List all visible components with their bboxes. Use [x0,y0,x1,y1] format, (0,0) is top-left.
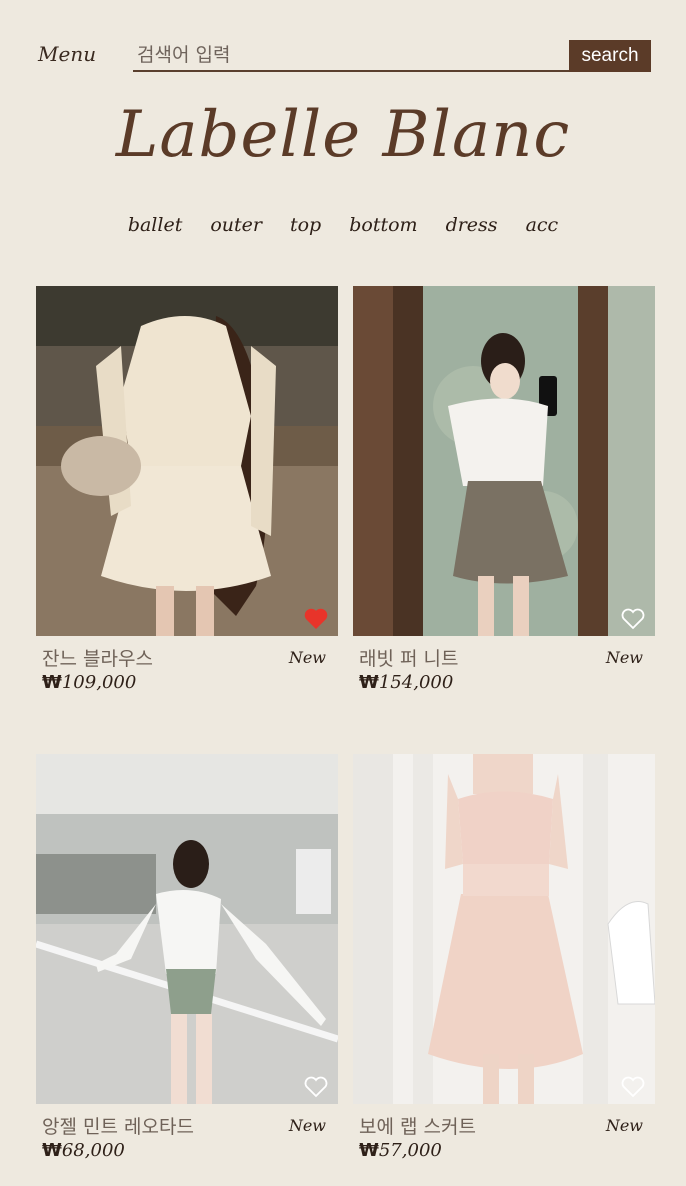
search-bar: search [133,40,651,72]
category-link-acc[interactable]: acc [526,214,559,236]
product-name[interactable]: 앙젤 민트 레오타드 [42,1112,194,1139]
new-badge: New [605,1116,643,1135]
product-card[interactable]: 래빗 퍼 니트 New ₩154,000 [353,286,655,693]
product-card[interactable]: 앙젤 민트 레오타드 New ₩68,000 [36,754,338,1161]
price-amount: 57,000 [378,1140,442,1161]
category-link-bottom[interactable]: bottom [349,214,417,236]
product-photo-skirt [353,754,655,1104]
product-info: 보에 랩 스커트 New ₩57,000 [353,1104,655,1161]
category-link-top[interactable]: top [290,214,321,236]
new-badge: New [288,1116,326,1135]
product-image[interactable] [36,754,338,1104]
product-photo-blouse [36,286,338,636]
heart-icon[interactable] [621,608,645,630]
price-currency: ₩ [42,1140,62,1161]
price-amount: 68,000 [61,1140,125,1161]
product-card[interactable]: 보에 랩 스커트 New ₩57,000 [353,754,655,1161]
product-image[interactable] [353,754,655,1104]
category-nav: ballet outer top bottom dress acc [0,214,686,236]
product-info: 래빗 퍼 니트 New ₩154,000 [353,636,655,693]
price-currency: ₩ [359,672,379,693]
product-image[interactable] [36,286,338,636]
price-amount: 154,000 [378,672,454,693]
brand-logo-title[interactable]: Labelle Blanc [0,98,686,172]
product-price: ₩109,000 [42,672,136,693]
product-name[interactable]: 보에 랩 스커트 [359,1112,476,1139]
category-link-outer[interactable]: outer [210,214,262,236]
category-link-dress[interactable]: dress [446,214,498,236]
product-price: ₩154,000 [359,672,453,693]
heart-icon[interactable] [304,1076,328,1098]
product-image[interactable] [353,286,655,636]
product-name[interactable]: 잔느 블라우스 [42,644,153,671]
category-link-ballet[interactable]: ballet [128,214,183,236]
product-info: 잔느 블라우스 New ₩109,000 [36,636,338,693]
new-badge: New [605,648,643,667]
heart-icon[interactable] [621,1076,645,1098]
price-currency: ₩ [42,672,62,693]
product-photo-knit [353,286,655,636]
product-price: ₩57,000 [359,1140,442,1161]
product-info: 앙젤 민트 레오타드 New ₩68,000 [36,1104,338,1161]
price-currency: ₩ [359,1140,379,1161]
search-input[interactable] [133,40,569,72]
product-photo-leotard [36,754,338,1104]
search-button[interactable]: search [569,40,651,72]
menu-link[interactable]: Menu [38,42,96,66]
product-card[interactable]: 잔느 블라우스 New ₩109,000 [36,286,338,693]
heart-icon[interactable] [304,608,328,630]
product-price: ₩68,000 [42,1140,125,1161]
new-badge: New [288,648,326,667]
price-amount: 109,000 [61,672,137,693]
product-name[interactable]: 래빗 퍼 니트 [359,644,458,671]
